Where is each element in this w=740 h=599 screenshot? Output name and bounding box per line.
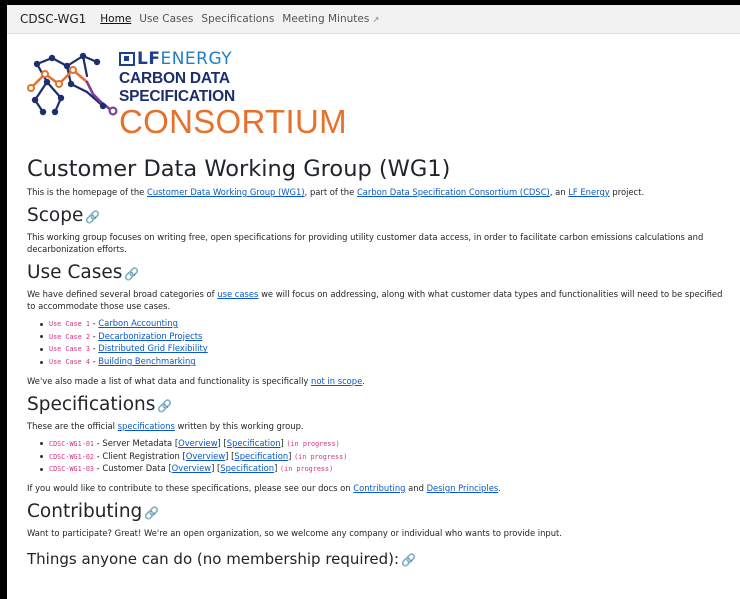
spec-status: (in progress) <box>294 452 348 461</box>
contributing-text: Want to participate? Great! We're an ope… <box>27 527 562 538</box>
intro-text-c: , an <box>549 187 569 197</box>
spec-label: Customer Data <box>102 463 166 474</box>
link-design-principles[interactable]: Design Principles <box>427 483 499 493</box>
anchor-link-icon[interactable]: 🔗 <box>401 553 416 567</box>
browser-page: CDSC-WG1 Home Use Cases Specifications M… <box>7 5 740 599</box>
main-content: Customer Data Working Group (WG1) This i… <box>27 155 733 574</box>
scope-heading: Scope 🔗 <box>27 204 733 229</box>
specs-text-b: written by this working group. <box>174 420 304 431</box>
intro-text-d: project. <box>609 187 645 197</box>
nav-meeting-minutes[interactable]: Meeting Minutes ↗ <box>282 13 379 25</box>
spec-list: CDSC-WG1-01 - Server Metadata [Overview]… <box>40 438 733 476</box>
specifications-paragraph: These are the official specifications wr… <box>27 420 733 432</box>
contributing-heading: Contributing 🔗 <box>27 500 733 525</box>
nav-specifications[interactable]: Specifications <box>201 13 274 25</box>
lf-energy-line: LF ENERGY <box>119 49 347 69</box>
spec-specification-link[interactable]: Specification <box>227 438 281 448</box>
scope-text: This working group focuses on writing fr… <box>27 232 704 254</box>
list-item: CDSC-WG1-03 - Customer Data [Overview] [… <box>40 463 733 476</box>
use-case-list: Use Case 1 - Carbon Accounting Use Case … <box>40 318 733 369</box>
link-wg1[interactable]: Customer Data Working Group (WG1) <box>147 187 305 197</box>
use-case-code: Use Case 3 <box>49 345 90 354</box>
specs-text-a: These are the official <box>27 420 118 431</box>
use-case-link[interactable]: Decarbonization Projects <box>98 331 202 341</box>
list-item: CDSC-WG1-01 - Server Metadata [Overview]… <box>40 438 733 451</box>
spec-label: Client Registration <box>102 450 180 461</box>
intro-paragraph: This is the homepage of the Customer Dat… <box>27 186 733 198</box>
intro-text-a: This is the homepage of the <box>27 187 147 197</box>
specifications-heading: Specifications 🔗 <box>27 393 733 418</box>
link-contributing[interactable]: Contributing <box>353 483 405 493</box>
navbar-brand[interactable]: CDSC-WG1 <box>20 12 86 26</box>
link-cdsc[interactable]: Carbon Data Specification Consortium (CD… <box>357 187 550 197</box>
spec-status: (in progress) <box>286 439 340 448</box>
cdsc-logo: LF ENERGY CARBON DATA SPECIFICATION CONSO… <box>27 49 347 138</box>
nav-meeting-minutes-label: Meeting Minutes <box>282 13 370 25</box>
use-cases-paragraph: We have defined several broad categories… <box>27 288 733 312</box>
nav-home[interactable]: Home <box>100 13 131 25</box>
molecule-network-icon <box>27 52 118 116</box>
scope-title: Scope <box>27 205 84 226</box>
contribute-text-a: If you would like to contribute to these… <box>27 482 354 493</box>
not-in-scope-text-b: . <box>362 375 365 386</box>
link-lf-energy[interactable]: LF Energy <box>568 187 609 197</box>
top-navbar: CDSC-WG1 Home Use Cases Specifications M… <box>7 5 740 34</box>
anchor-link-icon[interactable]: 🔗 <box>85 210 100 224</box>
spec-label: Server Metadata <box>102 437 173 448</box>
contributing-title: Contributing <box>27 500 143 522</box>
use-case-code: Use Case 1 <box>49 320 90 328</box>
spec-status: (in progress) <box>280 465 334 474</box>
link-use-cases[interactable]: use cases <box>217 289 258 299</box>
spec-overview-link[interactable]: Overview <box>178 438 217 448</box>
use-case-link[interactable]: Building Benchmarking <box>98 356 195 366</box>
list-item: Use Case 1 - Carbon Accounting <box>40 318 733 331</box>
use-cases-text-a: We have defined several broad categories… <box>27 289 218 299</box>
use-case-link[interactable]: Carbon Accounting <box>98 318 178 328</box>
use-case-code: Use Case 2 <box>49 332 90 341</box>
spec-specification-link[interactable]: Specification <box>234 451 288 461</box>
screen-frame: CDSC-WG1 Home Use Cases Specifications M… <box>0 0 740 599</box>
spec-code: CDSC-WG1-03 <box>49 465 95 474</box>
spec-specification-link[interactable]: Specification <box>220 463 274 473</box>
spec-overview-link[interactable]: Overview <box>186 451 225 461</box>
spec-code: CDSC-WG1-02 <box>49 452 95 461</box>
logo-line-2: CARBON DATA SPECIFICATION <box>119 70 235 105</box>
things-heading: Things anyone can do (no membership requ… <box>27 547 733 572</box>
lf-square-icon <box>119 52 135 66</box>
specifications-title: Specifications <box>27 393 156 415</box>
lf-text: LF <box>137 49 161 69</box>
contribute-text-and: and <box>405 482 427 493</box>
use-cases-title: Use Cases <box>27 262 123 283</box>
use-case-code: Use Case 4 <box>49 358 90 367</box>
logo-line-3: CONSORTIUM <box>119 103 347 140</box>
page-title: Customer Data Working Group (WG1) <box>27 156 451 182</box>
spec-overview-link[interactable]: Overview <box>172 463 211 473</box>
external-link-icon: ↗ <box>372 15 380 24</box>
anchor-link-icon[interactable]: 🔗 <box>157 399 172 413</box>
logo-wordmark: LF ENERGY CARBON DATA SPECIFICATION CONSO… <box>119 49 347 140</box>
intro-text-b: , part of the <box>304 187 357 197</box>
list-item: Use Case 3 - Distributed Grid Flexibilit… <box>40 343 733 356</box>
not-in-scope-text-a: We've also made a list of what data and … <box>27 375 312 386</box>
anchor-link-icon[interactable]: 🔗 <box>124 267 139 281</box>
contribute-text-end: . <box>498 482 501 493</box>
use-case-link[interactable]: Distributed Grid Flexibility <box>98 343 207 353</box>
things-title: Things anyone can do (no membership requ… <box>27 549 400 568</box>
anchor-link-icon[interactable]: 🔗 <box>144 506 159 520</box>
energy-text: ENERGY <box>160 49 233 69</box>
list-item: CDSC-WG1-02 - Client Registration [Overv… <box>40 451 733 464</box>
spec-code: CDSC-WG1-01 <box>49 439 95 448</box>
nav-use-cases[interactable]: Use Cases <box>139 13 193 25</box>
contribute-paragraph: If you would like to contribute to these… <box>27 482 733 494</box>
not-in-scope-paragraph: We've also made a list of what data and … <box>27 375 733 387</box>
use-cases-heading: Use Cases 🔗 <box>27 261 733 286</box>
link-specifications[interactable]: specifications <box>118 421 175 431</box>
list-item: Use Case 2 - Decarbonization Projects <box>40 331 733 344</box>
list-item: Use Case 4 - Building Benchmarking <box>40 356 733 369</box>
link-not-in-scope[interactable]: not in scope <box>311 376 362 386</box>
